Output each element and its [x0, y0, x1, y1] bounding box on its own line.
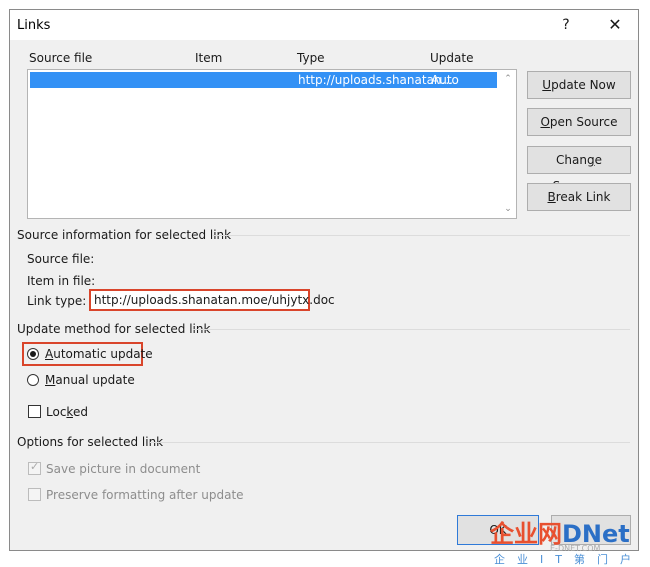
- break-link-accel: B: [547, 190, 556, 204]
- update-method-divider: [193, 329, 630, 330]
- radio-selected-dot: [30, 351, 36, 357]
- row-update-cell: Auto: [431, 73, 459, 87]
- manual-update-radio[interactable]: Manual update: [22, 371, 152, 395]
- options-divider: [150, 442, 630, 443]
- locked-rest: ed: [72, 405, 88, 419]
- help-button[interactable]: ?: [555, 14, 577, 36]
- manual-update-text: anual update: [55, 373, 135, 387]
- watermark-logo: 企业网DNet E-DNET.COM 企业IT第门户: [490, 514, 650, 566]
- change-source-button[interactable]: Change Source...: [527, 146, 631, 193]
- update-method-heading: Update method for selected link: [17, 322, 211, 336]
- locked-pre: Loc: [46, 405, 67, 419]
- open-source-button[interactable]: Open Source: [527, 108, 631, 136]
- check-mark-icon: ✓: [30, 460, 40, 473]
- break-link-label: reak Link: [555, 190, 611, 204]
- list-row-selected[interactable]: http://uploads.shanatan... Auto: [30, 72, 497, 88]
- scroll-down-arrow-icon[interactable]: ⌄: [501, 202, 515, 216]
- open-source-label: pen Source: [549, 115, 618, 129]
- source-info-divider: [212, 235, 630, 236]
- manual-update-accel: M: [45, 373, 56, 387]
- automatic-update-radio[interactable]: Automatic update: [22, 342, 153, 366]
- automatic-update-label: Automatic update: [45, 347, 153, 361]
- preserve-formatting-checkbox-box[interactable]: [28, 488, 41, 501]
- automatic-update-text: utomatic update: [53, 347, 153, 361]
- save-picture-checkbox-box[interactable]: ✓: [28, 460, 41, 475]
- options-heading: Options for selected link: [17, 435, 164, 449]
- update-now-accel: U: [542, 78, 552, 92]
- scroll-up-arrow-icon[interactable]: ⌃: [501, 72, 515, 86]
- column-header-item[interactable]: Item: [195, 51, 222, 65]
- dialog-title: Links: [17, 18, 51, 33]
- automatic-update-radio-circle[interactable]: [27, 348, 39, 360]
- locked-checkbox-box[interactable]: [28, 405, 41, 418]
- watermark-tagline: 企业IT第门户: [494, 553, 643, 566]
- close-button[interactable]: ✕: [604, 14, 626, 36]
- links-dialog: Links ? ✕ Source file Item Type Update h…: [9, 9, 639, 551]
- update-now-button[interactable]: Update Now: [527, 71, 631, 99]
- title-bar: Links ? ✕: [10, 10, 638, 40]
- change-source-accel: g: [586, 153, 595, 167]
- column-header-update[interactable]: Update: [430, 51, 473, 65]
- preserve-formatting-label: Preserve formatting after update: [46, 488, 244, 502]
- column-header-type[interactable]: Type: [297, 51, 325, 65]
- locked-checkbox[interactable]: Locked: [27, 404, 107, 422]
- preserve-formatting-checkbox[interactable]: Preserve formatting after update: [27, 487, 247, 505]
- open-source-accel: O: [540, 115, 550, 129]
- automatic-update-accel: A: [45, 347, 54, 361]
- break-link-button[interactable]: Break Link: [527, 183, 631, 211]
- manual-update-label: Manual update: [45, 373, 135, 387]
- source-file-label: Source file:: [27, 252, 95, 266]
- column-header-source-file[interactable]: Source file: [29, 51, 92, 65]
- link-type-label: Link type:: [27, 294, 87, 308]
- update-now-label: pdate Now: [551, 78, 616, 92]
- link-type-value: http://uploads.shanatan.moe/uhjytx.doc: [89, 289, 335, 311]
- item-in-file-label: Item in file:: [27, 274, 96, 288]
- source-info-heading: Source information for selected link: [17, 228, 232, 242]
- save-picture-label: Save picture in document: [46, 462, 201, 476]
- row-type-cell: http://uploads.shanatan...: [298, 73, 453, 87]
- locked-label: Locked: [46, 405, 88, 419]
- manual-update-radio-circle[interactable]: [27, 374, 39, 386]
- links-listbox[interactable]: http://uploads.shanatan... Auto ⌃ ⌄: [27, 69, 517, 219]
- change-source-pre: Chan: [556, 153, 587, 167]
- save-picture-checkbox[interactable]: ✓ Save picture in document: [27, 460, 227, 479]
